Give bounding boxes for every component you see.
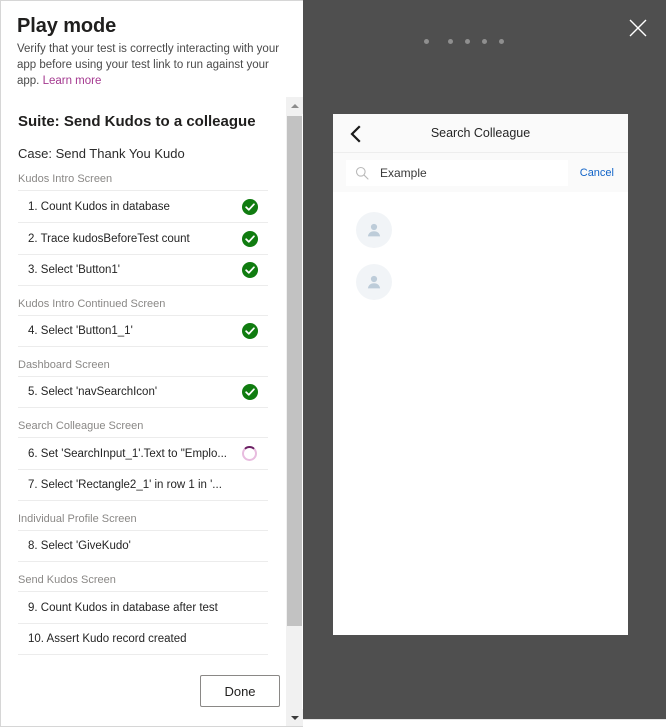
test-step-row[interactable]: 4. Select 'Button1_1' bbox=[18, 315, 268, 347]
screen-group-label: Dashboard Screen bbox=[18, 359, 110, 371]
test-step-label: 10. Assert Kudo record created bbox=[28, 633, 187, 645]
loading-dot bbox=[424, 39, 429, 44]
panel-header: Play mode Verify that your test is corre… bbox=[1, 1, 303, 89]
chevron-left-icon bbox=[350, 125, 361, 143]
test-step-row[interactable]: 8. Select 'GiveKudo' bbox=[18, 530, 268, 562]
close-button[interactable] bbox=[624, 14, 652, 42]
steps-scrollbar[interactable] bbox=[285, 97, 303, 726]
overlay-bottom-strip bbox=[303, 719, 666, 727]
check-circle-icon bbox=[242, 262, 258, 278]
play-mode-window: Play mode Verify that your test is corre… bbox=[0, 0, 666, 727]
learn-more-link[interactable]: Learn more bbox=[43, 75, 102, 87]
check-circle-icon bbox=[242, 230, 258, 247]
page-title: Play mode bbox=[17, 15, 117, 37]
close-icon bbox=[629, 19, 647, 37]
step-status-pending bbox=[242, 600, 258, 616]
test-step-row[interactable]: 6. Set 'SearchInput_1'.Text to "Emplo... bbox=[18, 437, 268, 469]
test-step-row[interactable]: 5. Select 'navSearchIcon' bbox=[18, 376, 268, 408]
back-button[interactable] bbox=[343, 122, 367, 146]
loading-dot bbox=[465, 39, 470, 44]
play-mode-panel: Play mode Verify that your test is corre… bbox=[0, 0, 303, 727]
check-circle-icon bbox=[242, 198, 258, 215]
scrollbar-up-button[interactable] bbox=[286, 97, 303, 114]
app-search-bar: Example Cancel bbox=[333, 153, 628, 192]
person-icon bbox=[367, 223, 381, 237]
screen-group: Kudos Intro Continued Screen 4. Select 'B… bbox=[18, 286, 268, 347]
step-status-pending bbox=[242, 477, 258, 493]
suite-title: Suite: Send Kudos to a colleague bbox=[18, 113, 256, 130]
screen-group: Individual Profile Screen 8. Select 'Give… bbox=[18, 501, 268, 562]
test-step-row[interactable]: 9. Count Kudos in database after test bbox=[18, 591, 268, 623]
screen-group-label: Kudos Intro Screen bbox=[18, 173, 113, 185]
chevron-up-icon bbox=[290, 103, 299, 108]
screen-group: Send Kudos Screen 9. Count Kudos in datab… bbox=[18, 562, 268, 655]
test-steps-container: Suite: Send Kudos to a colleague Case: S… bbox=[2, 113, 283, 655]
search-icon bbox=[354, 165, 370, 181]
search-result-row[interactable] bbox=[333, 256, 628, 308]
avatar bbox=[356, 212, 392, 248]
spinner-icon bbox=[242, 445, 257, 461]
step-status-passed bbox=[242, 230, 258, 247]
test-step-label: 1. Count Kudos in database bbox=[28, 200, 170, 213]
search-input[interactable]: Example bbox=[346, 159, 568, 186]
case-title: Case: Send Thank You Kudo bbox=[18, 146, 185, 161]
test-steps-scroll-region[interactable]: Suite: Send Kudos to a colleague Case: S… bbox=[2, 97, 283, 726]
test-step-label: 2. Trace kudosBeforeTest count bbox=[28, 232, 190, 245]
test-step-label: 4. Select 'Button1_1' bbox=[28, 325, 133, 337]
done-button[interactable]: Done bbox=[200, 675, 280, 707]
test-step-label: 3. Select 'Button1' bbox=[28, 264, 120, 276]
screen-group-label: Kudos Intro Continued Screen bbox=[18, 298, 166, 310]
screen-group: Dashboard Screen 5. Select 'navSearchIcon… bbox=[18, 347, 268, 408]
avatar bbox=[356, 264, 392, 300]
screen-groups: Kudos Intro Screen 1. Count Kudos in data… bbox=[18, 161, 268, 655]
test-step-label: 6. Set 'SearchInput_1'.Text to "Emplo... bbox=[28, 447, 227, 460]
scrollbar-down-button[interactable] bbox=[286, 709, 303, 726]
step-status-passed bbox=[242, 384, 258, 400]
panel-description: Verify that your test is correctly inter… bbox=[17, 41, 287, 89]
screen-group: Search Colleague Screen 6. Set 'SearchInp… bbox=[18, 408, 268, 501]
app-screen-title: Search Colleague bbox=[430, 126, 531, 140]
step-status-pending bbox=[242, 631, 258, 647]
screen-group-label: Send Kudos Screen bbox=[18, 574, 116, 586]
screen-group: Kudos Intro Screen 1. Count Kudos in data… bbox=[18, 161, 268, 286]
step-status-passed bbox=[242, 262, 258, 278]
step-status-running bbox=[242, 445, 258, 462]
chevron-down-icon bbox=[290, 715, 299, 720]
step-status-pending bbox=[242, 538, 258, 554]
test-step-row[interactable]: 2. Trace kudosBeforeTest count bbox=[18, 222, 268, 254]
test-step-label: 9. Count Kudos in database after test bbox=[28, 601, 218, 614]
loading-dot bbox=[448, 39, 453, 44]
test-step-label: 7. Select 'Rectangle2_1' in row 1 in '..… bbox=[28, 479, 222, 491]
check-circle-icon bbox=[242, 323, 258, 339]
step-status-passed bbox=[242, 323, 258, 339]
test-step-label: 8. Select 'GiveKudo' bbox=[28, 540, 131, 552]
scrollbar-thumb[interactable] bbox=[287, 116, 302, 626]
test-step-label: 5. Select 'navSearchIcon' bbox=[28, 386, 158, 398]
screen-group-label: Individual Profile Screen bbox=[18, 513, 137, 525]
app-preview-overlay: Search Colleague Example Cancel bbox=[303, 0, 666, 719]
search-result-row[interactable] bbox=[333, 204, 628, 256]
loading-indicator bbox=[424, 39, 504, 44]
check-circle-icon bbox=[242, 384, 258, 400]
search-results-list bbox=[333, 192, 628, 308]
loading-dot bbox=[499, 39, 504, 44]
test-step-row[interactable]: 7. Select 'Rectangle2_1' in row 1 in '..… bbox=[18, 469, 268, 501]
search-cancel-link[interactable]: Cancel bbox=[568, 167, 618, 179]
test-step-row[interactable]: 1. Count Kudos in database bbox=[18, 190, 268, 222]
step-status-passed bbox=[242, 198, 258, 215]
test-step-row[interactable]: 10. Assert Kudo record created bbox=[18, 623, 268, 655]
loading-dot bbox=[482, 39, 487, 44]
app-titlebar: Search Colleague bbox=[333, 114, 628, 153]
screen-group-label: Search Colleague Screen bbox=[18, 420, 144, 432]
person-icon bbox=[367, 275, 381, 289]
test-step-row[interactable]: 3. Select 'Button1' bbox=[18, 254, 268, 286]
search-input-value: Example bbox=[380, 165, 427, 180]
app-canvas: Search Colleague Example Cancel bbox=[333, 114, 628, 635]
